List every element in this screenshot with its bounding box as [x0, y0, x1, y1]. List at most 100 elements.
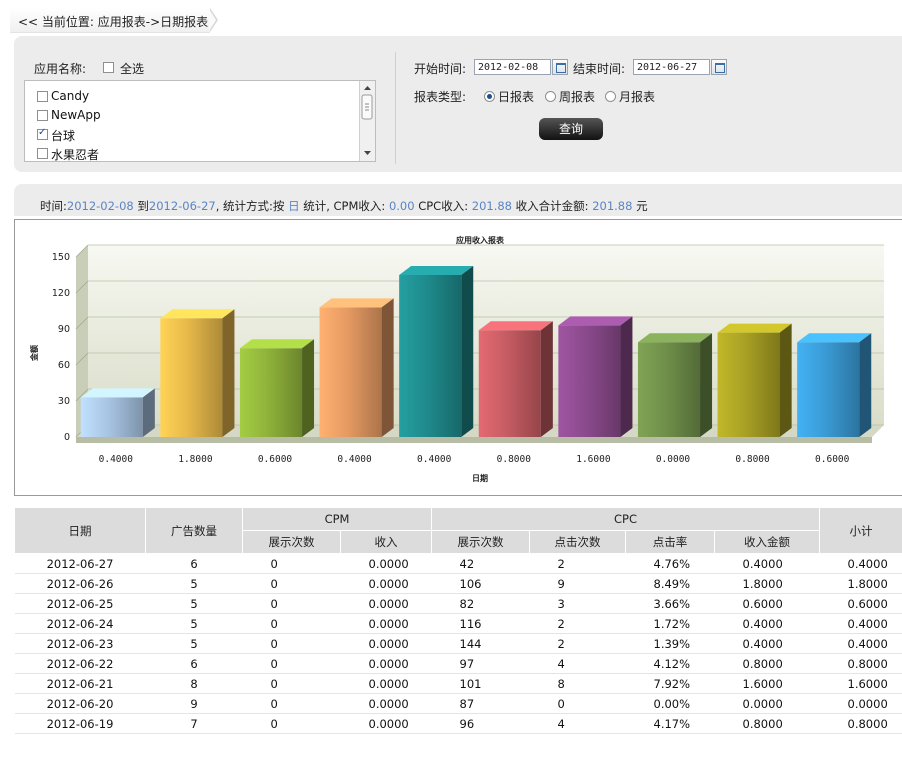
cell-cpc-clicks: 2	[529, 633, 626, 654]
radio-weekly[interactable]	[545, 91, 556, 102]
x-tick-label: 0.4000	[337, 454, 372, 465]
cell-subtotal: 0.8000	[819, 653, 902, 674]
cell-date: 2012-06-24	[14, 613, 146, 634]
bar-side	[620, 316, 633, 437]
cell-cpm-income: 0.0000	[340, 573, 432, 594]
cell-subtotal: 1.8000	[819, 573, 902, 594]
table-row: 2012-06-26 5 0 0.0000 106 9 8.49% 1.8000 1.8000	[14, 573, 902, 594]
cell-cpc-income: 0.6000	[714, 593, 820, 614]
bar-top	[399, 266, 474, 275]
th-cpc-ctr[interactable]: 点击率	[625, 530, 716, 554]
table-row: 2012-06-24 5 0 0.0000 116 2 1.72% 0.4000 0.4000	[14, 613, 902, 634]
radio-daily[interactable]	[484, 91, 495, 102]
select-all-checkbox[interactable]	[103, 62, 114, 73]
cell-cpc-impressions: 116	[431, 613, 530, 634]
radio-daily-label[interactable]: 日报表	[498, 88, 534, 105]
chart-x-axis-label: 日期	[472, 473, 488, 483]
app-list-scrollbar[interactable]	[359, 81, 375, 161]
cell-cpm-impressions: 0	[242, 653, 341, 674]
bar-top	[797, 333, 872, 343]
cell-cpm-income: 0.0000	[340, 613, 432, 634]
radio-weekly-label[interactable]: 周报表	[559, 88, 595, 105]
app-checkbox[interactable]	[37, 148, 48, 159]
cell-ad-count: 5	[145, 633, 243, 654]
cell-date: 2012-06-25	[14, 593, 146, 614]
th-cpm-income[interactable]: 收入	[339, 530, 433, 554]
chart-bar	[558, 316, 633, 437]
start-date-input[interactable]: 2012-02-08	[474, 59, 551, 75]
bar-side	[381, 298, 394, 437]
cell-cpc-income: 0.4000	[714, 633, 820, 654]
select-all-label[interactable]: 全选	[120, 60, 144, 77]
bar-top	[637, 333, 713, 343]
cell-cpc-income: 0.4000	[714, 553, 820, 574]
th-cpc-impressions[interactable]: 展示次数	[431, 530, 531, 554]
start-calendar-icon[interactable]	[552, 59, 568, 75]
end-calendar-icon[interactable]	[711, 59, 727, 75]
x-tick-label: 0.6000	[815, 454, 850, 465]
app-item-label: Candy	[51, 89, 90, 103]
bar-front	[160, 318, 223, 437]
bar-front	[80, 397, 143, 437]
app-checkbox[interactable]	[37, 127, 48, 140]
cell-date: 2012-06-27	[14, 553, 146, 574]
app-list[interactable]: Candy NewApp 台球 水果忍者	[24, 80, 376, 162]
x-tick-label: 0.4000	[99, 454, 134, 465]
cell-subtotal: 0.4000	[819, 553, 902, 574]
cell-cpc-income: 1.8000	[714, 573, 820, 594]
cell-cpc-clicks: 4	[529, 713, 626, 734]
x-tick-label: 1.8000	[178, 454, 213, 465]
app-item-label: 水果忍者	[51, 148, 100, 162]
summary-text: 时间:2012-02-08 到2012-06-27, 统计方式:按 日 统计, …	[40, 198, 648, 214]
cell-cpc-impressions: 42	[431, 553, 530, 574]
chart-bar	[399, 266, 474, 437]
cell-cpm-impressions: 0	[242, 633, 341, 654]
cell-ad-count: 8	[145, 673, 243, 694]
app-checkbox[interactable]	[37, 110, 48, 121]
cell-cpc-ctr: 1.39%	[625, 633, 715, 654]
cell-date: 2012-06-23	[14, 633, 146, 654]
summary-to: 到	[137, 199, 149, 213]
bar-side	[540, 321, 553, 437]
cell-cpc-impressions: 101	[431, 673, 530, 694]
y-tick-label: 150	[52, 252, 70, 263]
th-ad-count[interactable]: 广告数量	[145, 507, 243, 554]
bar-side	[222, 309, 235, 437]
summary-stat: 统计, CPM收入:	[303, 199, 386, 213]
bar-side	[779, 323, 792, 437]
table-row: 2012-06-27 6 0 0.0000 42 2 4.76% 0.4000 0.4000	[14, 553, 902, 574]
cell-cpm-impressions: 0	[242, 693, 341, 714]
start-time-label: 开始时间:	[414, 62, 467, 76]
th-cpm-impressions[interactable]: 展示次数	[242, 530, 341, 554]
bar-top	[160, 309, 235, 319]
x-tick-label: 0.0000	[656, 454, 691, 465]
cell-cpc-ctr: 3.66%	[625, 593, 715, 614]
cell-date: 2012-06-21	[14, 673, 146, 694]
cell-date: 2012-06-20	[14, 693, 146, 714]
th-subtotal[interactable]: 小计	[819, 507, 902, 554]
end-date-input[interactable]: 2012-06-27	[633, 59, 710, 75]
bar-side	[302, 339, 315, 437]
cell-ad-count: 6	[145, 553, 243, 574]
y-tick-label: 90	[58, 324, 70, 335]
th-cpc-clicks[interactable]: 点击次数	[529, 530, 627, 554]
th-date[interactable]: 日期	[14, 507, 146, 554]
cell-subtotal: 0.6000	[819, 593, 902, 614]
app-checkbox[interactable]	[37, 91, 48, 102]
data-table: 日期 广告数量 CPM CPC 小计 展示次数 收入 展示次数 点击次数 点击率…	[14, 507, 902, 734]
cell-cpc-impressions: 97	[431, 653, 530, 674]
th-cpc-income[interactable]: 收入金额	[714, 530, 821, 554]
x-tick-label: 0.8000	[735, 454, 770, 465]
bar-top	[558, 316, 633, 326]
chart-bar	[239, 339, 315, 437]
query-button[interactable]: 查询	[539, 118, 603, 140]
cell-cpc-ctr: 8.49%	[625, 573, 715, 594]
radio-monthly-label[interactable]: 月报表	[619, 88, 655, 105]
breadcrumb: << 当前位置: 应用报表->日期报表	[10, 8, 902, 33]
bar-front	[797, 342, 860, 437]
cell-cpm-income: 0.0000	[340, 693, 432, 714]
app-name-label: 应用名称:	[34, 62, 87, 76]
radio-monthly[interactable]	[605, 91, 616, 102]
cell-cpc-ctr: 4.17%	[625, 713, 715, 734]
report-type-label: 报表类型:	[414, 90, 467, 104]
